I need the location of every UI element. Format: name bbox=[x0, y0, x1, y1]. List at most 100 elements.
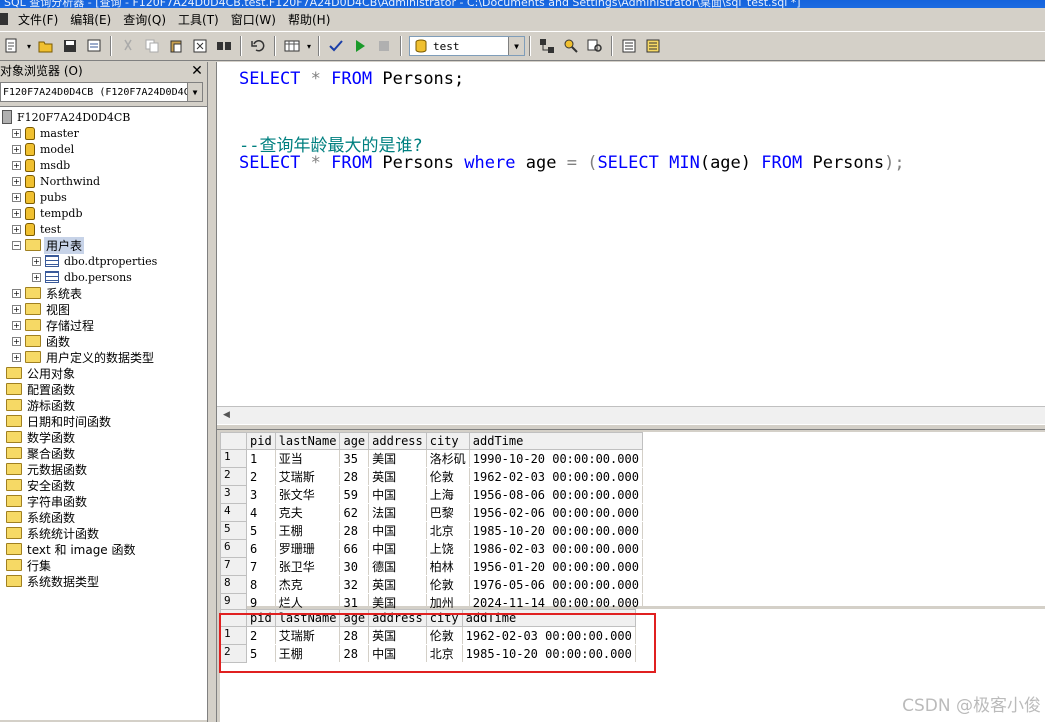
tree-node-function-folder[interactable]: 元数据函数 bbox=[0, 461, 89, 477]
table-cell[interactable]: 英国 bbox=[368, 626, 427, 645]
scroll-left-icon[interactable]: ◀ bbox=[223, 410, 230, 420]
table-cell[interactable]: 3 bbox=[246, 485, 276, 504]
table-row[interactable]: 2 5 王棚 28 中国 北京 1985-10-20 00:00:00.000 bbox=[220, 644, 636, 663]
table-cell[interactable]: 1956-08-06 00:00:00.000 bbox=[469, 485, 643, 504]
expand-icon[interactable]: + bbox=[32, 256, 41, 266]
table-cell[interactable]: 1976-05-06 00:00:00.000 bbox=[469, 575, 643, 594]
object-tree[interactable]: F120F7A24D0D4CB + master + model + msdb + Northw… bbox=[0, 106, 207, 720]
results-grid-1[interactable]: pid lastName age address city addTime 1 1 亚当 35 美… bbox=[220, 432, 1045, 612]
row-number[interactable]: 4 bbox=[220, 503, 247, 522]
tree-node-common-objects[interactable]: 公用对象 bbox=[0, 365, 77, 381]
app-menu-icon[interactable] bbox=[0, 13, 8, 25]
chevron-down-icon[interactable]: ▼ bbox=[187, 83, 202, 101]
tree-node-database[interactable]: + pubs bbox=[12, 189, 69, 205]
table-cell[interactable]: 4 bbox=[246, 503, 276, 522]
column-header[interactable]: pid bbox=[246, 609, 276, 627]
table-cell[interactable]: 28 bbox=[339, 644, 370, 663]
tree-node-function-folder[interactable]: text 和 image 函数 bbox=[0, 541, 138, 557]
tree-node-function-folder[interactable]: 系统数据类型 bbox=[0, 573, 101, 589]
editor-horizontal-scrollbar[interactable]: ◀ bbox=[217, 406, 1045, 424]
table-cell[interactable]: 英国 bbox=[368, 575, 427, 594]
table-cell[interactable]: 克夫 bbox=[275, 503, 341, 522]
menu-edit[interactable]: 编辑(E) bbox=[64, 11, 117, 28]
table-cell[interactable]: 1962-02-03 00:00:00.000 bbox=[462, 626, 636, 645]
menu-help[interactable]: 帮助(H) bbox=[282, 11, 336, 28]
tree-node-server[interactable]: F120F7A24D0D4CB bbox=[2, 109, 132, 125]
table-cell[interactable]: 中国 bbox=[368, 539, 427, 558]
row-number[interactable]: 1 bbox=[220, 626, 247, 645]
table-cell[interactable]: 2 bbox=[246, 467, 276, 486]
execute-icon[interactable] bbox=[349, 35, 371, 57]
column-header[interactable]: city bbox=[425, 609, 463, 627]
tree-node-database[interactable]: + test bbox=[12, 221, 63, 237]
table-row[interactable]: 6 6 罗珊珊 66 中国 上饶 1986-02-03 00:00:00.000 bbox=[220, 539, 643, 558]
table-cell[interactable]: 8 bbox=[246, 575, 276, 594]
expand-icon[interactable]: + bbox=[12, 320, 21, 330]
tree-node-function-folder[interactable]: 聚合函数 bbox=[0, 445, 77, 461]
table-cell[interactable]: 35 bbox=[339, 449, 370, 468]
table-cell[interactable]: 32 bbox=[339, 575, 370, 594]
column-header[interactable]: age bbox=[339, 432, 370, 450]
tree-node-database[interactable]: + model bbox=[12, 141, 76, 157]
sql-editor[interactable]: SELECT * FROM Persons; --查询年龄最大的是谁? SELE… bbox=[217, 62, 1045, 406]
row-number[interactable]: 7 bbox=[220, 557, 247, 576]
table-cell[interactable]: 德国 bbox=[368, 557, 427, 576]
column-header[interactable]: addTime bbox=[461, 609, 636, 627]
table-cell[interactable]: 2 bbox=[246, 626, 276, 645]
table-cell[interactable]: 张卫华 bbox=[275, 557, 341, 576]
show-plan-icon[interactable] bbox=[584, 35, 606, 57]
tree-node-function-folder[interactable]: 系统函数 bbox=[0, 509, 77, 525]
tree-node-function-folder[interactable]: 游标函数 bbox=[0, 397, 77, 413]
table-cell[interactable]: 艾瑞斯 bbox=[275, 626, 341, 645]
table-row[interactable]: 7 7 张卫华 30 德国 柏林 1956-01-20 00:00:00.000 bbox=[220, 557, 643, 576]
table-cell[interactable]: 上海 bbox=[426, 485, 470, 504]
tree-node-database[interactable]: + Northwind bbox=[12, 173, 102, 189]
table-cell[interactable]: 巴黎 bbox=[426, 503, 470, 522]
table-cell[interactable]: 62 bbox=[339, 503, 370, 522]
menu-file[interactable]: 文件(F) bbox=[12, 11, 64, 28]
column-header[interactable]: city bbox=[425, 432, 470, 450]
table-cell[interactable]: 59 bbox=[339, 485, 370, 504]
undo-icon[interactable] bbox=[247, 35, 269, 57]
object-browser-icon[interactable] bbox=[536, 35, 558, 57]
new-query-dropdown-icon[interactable]: ▾ bbox=[25, 35, 33, 57]
menu-tools[interactable]: 工具(T) bbox=[172, 11, 225, 28]
expand-icon[interactable]: + bbox=[12, 192, 21, 202]
row-number[interactable]: 2 bbox=[220, 644, 247, 663]
save-icon[interactable] bbox=[59, 35, 81, 57]
load-script-icon[interactable] bbox=[83, 35, 105, 57]
find-icon[interactable] bbox=[213, 35, 235, 57]
row-number-header[interactable] bbox=[220, 432, 247, 450]
expand-icon[interactable]: + bbox=[12, 176, 21, 186]
parse-icon[interactable] bbox=[325, 35, 347, 57]
tree-node-folder[interactable]: + 视图 bbox=[12, 301, 72, 317]
expand-icon[interactable]: + bbox=[12, 352, 21, 362]
tree-node-function-folder[interactable]: 安全函数 bbox=[0, 477, 77, 493]
row-number[interactable]: 8 bbox=[220, 575, 247, 594]
table-row[interactable]: 4 4 克夫 62 法国 巴黎 1956-02-06 00:00:00.000 bbox=[220, 503, 643, 522]
table-cell[interactable]: 28 bbox=[339, 626, 370, 645]
tree-node-function-folder[interactable]: 行集 bbox=[0, 557, 53, 573]
expand-icon[interactable]: + bbox=[12, 304, 21, 314]
table-cell[interactable]: 艾瑞斯 bbox=[275, 467, 341, 486]
results-mode-dropdown-icon[interactable]: ▾ bbox=[305, 35, 313, 57]
table-cell[interactable]: 上饶 bbox=[426, 539, 470, 558]
table-cell[interactable]: 伦敦 bbox=[426, 467, 470, 486]
close-icon[interactable]: ✕ bbox=[191, 64, 203, 78]
row-number[interactable]: 2 bbox=[220, 467, 247, 486]
tree-node-database[interactable]: + master bbox=[12, 125, 81, 141]
stop-icon[interactable] bbox=[373, 35, 395, 57]
table-cell[interactable]: 1986-02-03 00:00:00.000 bbox=[469, 539, 643, 558]
expand-icon[interactable]: + bbox=[32, 272, 41, 282]
tree-node-folder[interactable]: + 用户定义的数据类型 bbox=[12, 349, 156, 365]
cut-icon[interactable] bbox=[117, 35, 139, 57]
table-cell[interactable]: 6 bbox=[246, 539, 276, 558]
table-row[interactable]: 1 2 艾瑞斯 28 英国 伦敦 1962-02-03 00:00:00.000 bbox=[220, 626, 636, 645]
table-cell[interactable]: 法国 bbox=[368, 503, 427, 522]
table-cell[interactable]: 英国 bbox=[368, 467, 427, 486]
table-cell[interactable]: 杰克 bbox=[275, 575, 341, 594]
table-cell[interactable]: 张文华 bbox=[275, 485, 341, 504]
chevron-down-icon[interactable]: ▼ bbox=[508, 37, 524, 55]
table-cell[interactable]: 28 bbox=[339, 467, 370, 486]
tree-node-function-folder[interactable]: 数学函数 bbox=[0, 429, 77, 445]
